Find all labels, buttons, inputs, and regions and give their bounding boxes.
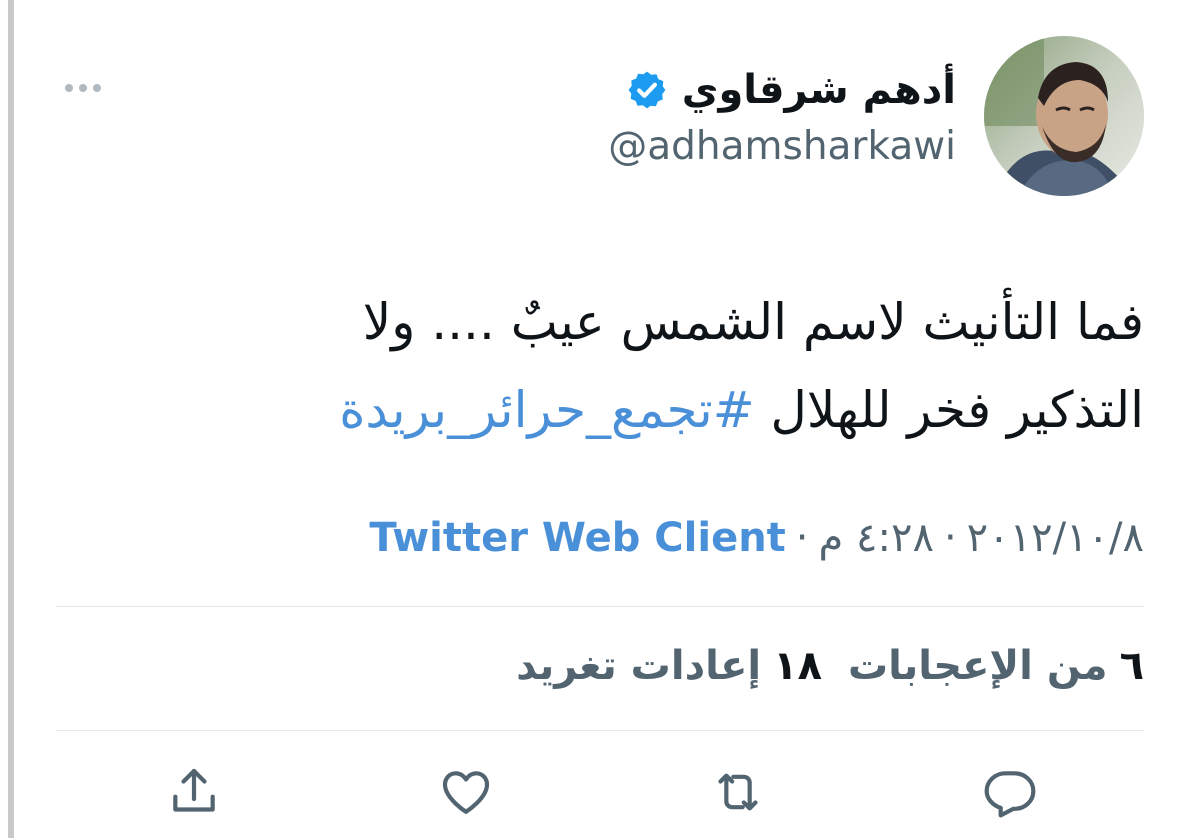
heart-icon [438,764,494,820]
share-icon [166,764,222,820]
retweets-label: إعادات تغريد [516,643,762,689]
tweet-meta: ٢٠١٢/١٠/٨ · ٤:٢٨ م · Twitter Web Client [369,508,1144,568]
likes-stat[interactable]: ٦ من الإعجابات [848,643,1144,689]
tweet-card: أدهم شرقاوي @adhamsharkawi فما التأنيث ل… [56,0,1144,838]
hashtag-link[interactable]: #تجمع_حرائر_بريدة [339,381,754,439]
retweets-stat[interactable]: ١٨ إعادات تغريد [516,643,822,689]
divider [56,730,1144,731]
author-handle[interactable]: @adhamsharkawi [608,124,956,169]
reply-button[interactable] [978,760,1042,824]
retweets-count: ١٨ [773,643,822,689]
author-name-row: أدهم شرقاوي [626,60,956,120]
meta-separator: · [795,515,809,561]
tweet-text: فما التأنيث لاسم الشمس عيبٌ .... ولا الت… [84,278,1144,454]
meta-separator: · [943,515,957,561]
tweet-text-line-1: فما التأنيث لاسم الشمس عيبٌ .... ولا [362,293,1144,351]
display-name[interactable]: أدهم شرقاوي [682,67,956,113]
reply-icon [982,764,1038,820]
divider [56,606,1144,607]
tweet-time[interactable]: ٤:٢٨ م [819,515,934,561]
left-border [8,0,14,838]
more-options-icon[interactable] [62,78,104,98]
like-button[interactable] [434,760,498,824]
verified-badge-icon [626,69,668,111]
tweet-date[interactable]: ٢٠١٢/١٠/٨ [967,515,1144,561]
share-button[interactable] [162,760,226,824]
action-bar [56,760,1144,830]
tweet-text-line-2: التذكير فخر للهلال #تجمع_حرائر_بريدة [84,366,1144,454]
engagement-stats: ١٨ إعادات تغريد ٦ من الإعجابات [516,636,1144,696]
tweet-source-link[interactable]: Twitter Web Client [369,515,785,561]
avatar[interactable] [984,36,1144,196]
likes-count: ٦ [1119,643,1144,689]
retweet-button[interactable] [706,760,770,824]
likes-label: من الإعجابات [847,643,1108,689]
tweet-text-plain: التذكير فخر للهلال [770,381,1145,439]
retweet-icon [710,764,766,820]
